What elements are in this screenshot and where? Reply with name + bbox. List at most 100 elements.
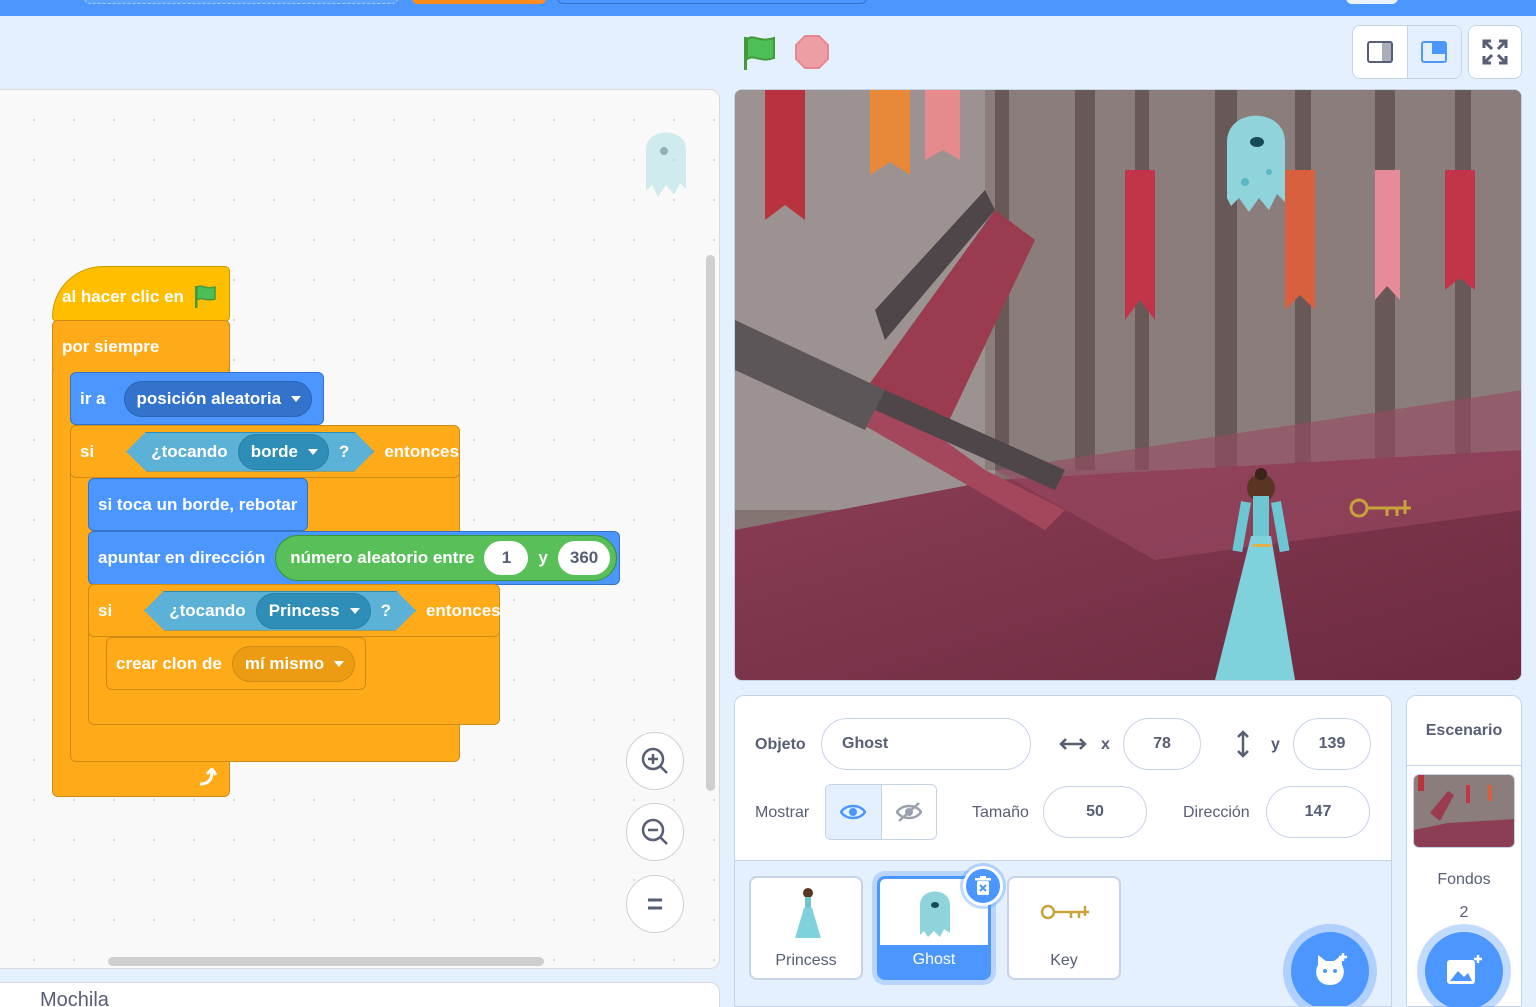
backdrop-thumbnail-image: [1414, 775, 1514, 847]
forever-block[interactable]: por siempre: [52, 320, 230, 372]
zoom-out-button[interactable]: [626, 803, 684, 861]
sprite-tile-label: Ghost: [912, 951, 956, 968]
if-block-1[interactable]: si ¿tocando borde ? entonces: [70, 425, 460, 478]
goto-target-dropdown[interactable]: posición aleatoria: [123, 380, 313, 417]
if-block-2[interactable]: si ¿tocando Princess ? entonces: [88, 584, 501, 637]
backdrops-count: 2: [1459, 904, 1469, 921]
when-flag-clicked-block[interactable]: al hacer clic en: [52, 266, 230, 322]
code-workspace[interactable]: al hacer clic en por siempre ir a posici…: [0, 89, 720, 969]
green-flag-small-icon: [194, 285, 216, 308]
stage-size-toggle: [1352, 25, 1462, 79]
cat-plus-icon: [1316, 953, 1347, 985]
delete-sprite-button[interactable]: [963, 866, 1003, 906]
clone-label: crear clon de: [116, 653, 222, 673]
stage-selector[interactable]: Escenario Fondos 2: [1406, 695, 1522, 1007]
project-title-field[interactable]: [84, 0, 398, 4]
bounce-on-edge-block[interactable]: si toca un borde, rebotar: [88, 478, 308, 531]
share-button[interactable]: [412, 0, 546, 4]
touching-target-value: Princess: [268, 600, 340, 620]
x-label: x: [1101, 736, 1110, 753]
question-mark: ?: [338, 441, 350, 461]
hide-sprite-button[interactable]: [882, 785, 937, 839]
eye-icon: [840, 804, 867, 820]
account-menu[interactable]: [1346, 0, 1398, 4]
backdrop-thumbnail[interactable]: [1413, 774, 1515, 848]
sprite-ghost-watermark-icon: [646, 132, 686, 197]
zoom-reset-button[interactable]: [626, 875, 684, 933]
sprite-info-pane: Objeto Ghost x 78 y 139 Mostrar Tamaño 5…: [734, 695, 1392, 1007]
horizontal-scrollbar[interactable]: [108, 957, 544, 966]
random-and-label: y: [538, 548, 548, 567]
fullscreen-icon: [1482, 39, 1508, 65]
sprite-tile-princess[interactable]: Princess: [749, 876, 863, 980]
if1-label: si: [80, 441, 95, 461]
zoom-in-button[interactable]: [626, 732, 684, 790]
stage-canvas[interactable]: [734, 89, 1522, 681]
goto-label: ir a: [80, 388, 106, 408]
random-number-block[interactable]: número aleatorio entre 1 y 360: [275, 535, 618, 581]
goto-target-value: posición aleatoria: [136, 388, 282, 408]
touching-princess-block[interactable]: ¿tocando Princess ?: [144, 591, 416, 631]
trash-icon: [975, 876, 991, 895]
eye-crossed-icon: [895, 802, 922, 822]
point-label: apuntar en dirección: [98, 548, 266, 567]
random-from-input[interactable]: 1: [484, 541, 529, 575]
small-stage-button[interactable]: [1353, 26, 1407, 78]
key-thumbnail-icon: [1040, 904, 1089, 920]
zoom-reset-icon: [648, 898, 662, 910]
random-to-input[interactable]: 360: [557, 541, 611, 575]
bounce-label: si toca un borde, rebotar: [98, 494, 298, 514]
sprite-name-input[interactable]: Ghost: [821, 718, 1031, 770]
forever-label: por siempre: [62, 336, 160, 356]
x-input[interactable]: 78: [1123, 718, 1201, 770]
touching-target-dropdown[interactable]: Princess: [256, 593, 371, 629]
sprite-tile-label: Princess: [775, 952, 837, 969]
add-backdrop-button[interactable]: [1425, 932, 1503, 1007]
horizontal-arrows-icon: [1059, 738, 1087, 750]
touching-label: ¿tocando: [151, 441, 228, 461]
clone-target-dropdown[interactable]: mí mismo: [231, 645, 356, 682]
then-label: entonces: [384, 441, 459, 461]
create-clone-block[interactable]: crear clon de mí mismo: [106, 637, 366, 690]
loop-arrow-icon: [196, 766, 218, 793]
sprite-tile-label: Key: [1050, 952, 1078, 969]
see-project-page-button[interactable]: [557, 0, 867, 4]
fullscreen-button[interactable]: [1468, 25, 1522, 79]
direction-input[interactable]: 147: [1266, 786, 1370, 838]
backdrops-label: Fondos: [1437, 871, 1491, 888]
sprite-tile-key[interactable]: Key: [1007, 876, 1121, 980]
show-sprite-button[interactable]: [826, 785, 882, 839]
touching-label: ¿tocando: [169, 600, 246, 620]
hat-label: al hacer clic en: [62, 287, 184, 306]
touching-target-dropdown[interactable]: borde: [238, 434, 329, 470]
stage-title: Escenario: [1407, 696, 1521, 766]
y-label: y: [1271, 736, 1280, 753]
chevron-down-icon: [350, 608, 360, 614]
y-input[interactable]: 139: [1293, 718, 1371, 770]
goto-block[interactable]: ir a posición aleatoria: [70, 372, 324, 425]
stop-icon[interactable]: [794, 34, 830, 70]
small-stage-icon: [1366, 41, 1393, 63]
vertical-scrollbar[interactable]: [706, 255, 715, 791]
ghost-thumbnail-icon: [920, 891, 950, 937]
question-mark: ?: [380, 600, 391, 620]
point-in-direction-block[interactable]: apuntar en dirección número aleatorio en…: [88, 531, 620, 585]
size-input[interactable]: 50: [1043, 786, 1147, 838]
add-sprite-button[interactable]: [1291, 932, 1369, 1006]
if2-label: si: [98, 600, 113, 620]
normal-stage-icon: [1421, 41, 1448, 63]
normal-stage-button[interactable]: [1406, 26, 1461, 78]
random-label: número aleatorio entre: [290, 548, 475, 567]
green-flag-icon[interactable]: [740, 34, 780, 72]
visibility-toggle: [825, 784, 937, 840]
chevron-down-icon: [308, 449, 318, 455]
touching-target-value: borde: [250, 441, 298, 461]
clone-target-value: mí mismo: [244, 653, 325, 673]
chevron-down-icon: [334, 660, 345, 667]
backpack-header[interactable]: Mochila: [0, 982, 720, 1007]
zoom-out-icon: [641, 818, 668, 845]
direction-label: Dirección: [1183, 804, 1250, 821]
menu-bar: [0, 0, 1536, 16]
touching-edge-block[interactable]: ¿tocando borde ?: [126, 432, 374, 472]
size-label: Tamaño: [972, 804, 1029, 821]
